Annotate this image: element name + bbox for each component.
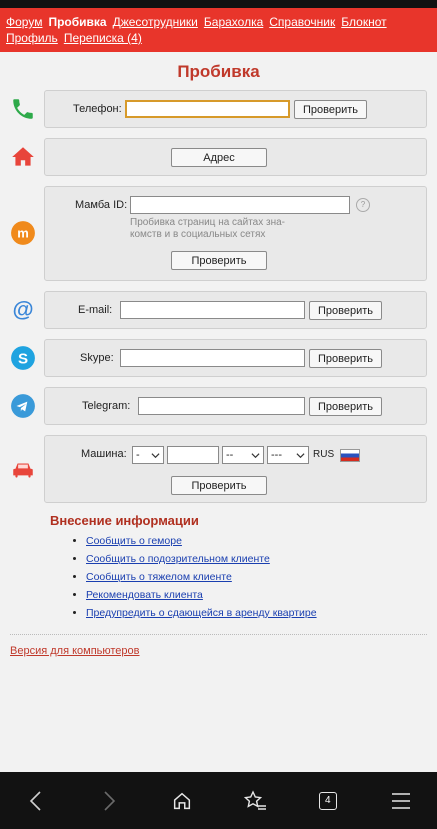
info-links-list: Сообщить о геморе Сообщить о подозритель… xyxy=(86,534,437,620)
address-box: Адрес xyxy=(44,138,427,176)
list-item: Сообщить о геморе xyxy=(86,534,437,548)
forward-button[interactable] xyxy=(89,786,129,816)
russia-flag-icon xyxy=(340,449,360,462)
nav-link-probivka[interactable]: Пробивка xyxy=(48,15,106,29)
phone-box: Телефон: Проверить xyxy=(44,90,427,128)
car-region-value: --- xyxy=(271,449,282,461)
chevron-down-icon xyxy=(151,452,160,458)
skype-section: S Skype: Проверить xyxy=(10,339,427,377)
skype-check-button[interactable]: Проверить xyxy=(309,349,383,368)
list-item: Рекомендовать клиента xyxy=(86,588,437,602)
help-icon[interactable]: ? xyxy=(356,198,370,212)
car-section: Машина: - -- --- RUS Проверить xyxy=(10,435,427,503)
nav-link-market[interactable]: Барахолка xyxy=(204,15,263,29)
car-box: Машина: - -- --- RUS Проверить xyxy=(44,435,427,503)
telegram-input[interactable] xyxy=(138,397,305,415)
car-letters-select[interactable]: -- xyxy=(222,446,264,464)
nav-link-directory[interactable]: Справочник xyxy=(269,15,335,29)
mamba-section: m Мамба ID: ? Пробивка страниц на сайтах… xyxy=(10,186,427,281)
phone-icon xyxy=(13,99,33,119)
car-number-input[interactable] xyxy=(167,446,219,464)
address-button[interactable]: Адрес xyxy=(171,148,267,167)
email-box: E-mail: Проверить xyxy=(44,291,427,329)
home-icon xyxy=(12,147,34,166)
car-letter-value: - xyxy=(136,449,140,461)
warn-rental-apartment-link[interactable]: Предупредить о сдающейся в аренду кварти… xyxy=(86,607,317,619)
skype-label: Skype: xyxy=(80,352,114,364)
email-section: @ E-mail: Проверить xyxy=(10,291,427,329)
list-item: Сообщить о тяжелом клиенте xyxy=(86,570,437,584)
report-gemor-link[interactable]: Сообщить о геморе xyxy=(86,535,182,547)
status-bar xyxy=(0,0,437,8)
car-letter-select[interactable]: - xyxy=(132,446,164,464)
at-sign-icon: @ xyxy=(12,297,33,322)
telegram-box: Telegram: Проверить xyxy=(44,387,427,425)
list-item: Сообщить о подозрительном клиенте xyxy=(86,552,437,566)
chevron-left-icon xyxy=(30,790,41,811)
svg-text:m: m xyxy=(17,225,29,240)
chevron-down-icon xyxy=(296,452,305,458)
mamba-label: Мамба ID: xyxy=(75,199,128,211)
mamba-hint-line-1: Пробивка страниц на сайтах зна- xyxy=(130,217,286,228)
address-section: Адрес xyxy=(10,138,427,176)
skype-icon: S xyxy=(11,346,35,370)
car-check-button[interactable]: Проверить xyxy=(171,476,267,495)
browser-bottom-bar: 4 xyxy=(0,772,437,829)
tabs-count-icon: 4 xyxy=(318,791,337,810)
nav-link-forum[interactable]: Форум xyxy=(6,15,42,29)
phone-section: Телефон: Проверить xyxy=(10,90,427,128)
divider xyxy=(10,634,427,635)
skype-input[interactable] xyxy=(120,349,305,367)
skype-box: Skype: Проверить xyxy=(44,339,427,377)
recommend-client-link[interactable]: Рекомендовать клиента xyxy=(86,589,203,601)
list-item: Предупредить о сдающейся в аренду кварти… xyxy=(86,606,437,620)
bookmarks-button[interactable] xyxy=(235,786,275,816)
svg-text:S: S xyxy=(18,350,28,367)
nav-link-profile[interactable]: Профиль xyxy=(6,31,58,45)
chevron-right-icon xyxy=(104,790,116,811)
email-label: E-mail: xyxy=(78,304,113,316)
info-section-title: Внесение информации xyxy=(50,513,199,528)
report-difficult-client-link[interactable]: Сообщить о тяжелом клиенте xyxy=(86,571,232,583)
top-nav-row-1: Форум Пробивка Джесотрудники Барахолка Справ… xyxy=(6,14,431,30)
email-check-button[interactable]: Проверить xyxy=(309,301,383,320)
nav-link-notebook[interactable]: Блокнот xyxy=(341,15,386,29)
mamba-box: Мамба ID: ? Пробивка страниц на сайтах з… xyxy=(44,186,427,281)
telegram-icon xyxy=(11,394,35,418)
svg-text:@: @ xyxy=(12,297,33,322)
hamburger-menu-icon xyxy=(391,792,410,809)
telegram-check-button[interactable]: Проверить xyxy=(309,397,383,416)
mamba-icon: m xyxy=(11,221,35,245)
car-region-select[interactable]: --- xyxy=(267,446,309,464)
home-outline-icon xyxy=(173,792,191,809)
top-nav-row-2: Профиль Переписка (4) xyxy=(6,30,431,46)
star-list-icon xyxy=(243,789,266,810)
back-button[interactable] xyxy=(16,786,56,816)
top-nav: Форум Пробивка Джесотрудники Барахолка Справ… xyxy=(0,8,437,52)
phone-input[interactable] xyxy=(125,100,290,118)
mamba-id-input[interactable] xyxy=(130,196,350,214)
tabs-button[interactable]: 4 xyxy=(308,786,348,816)
phone-check-button[interactable]: Проверить xyxy=(294,100,368,119)
phone-label: Телефон: xyxy=(73,103,122,115)
report-suspicious-client-link[interactable]: Сообщить о подозрительном клиенте xyxy=(86,553,270,565)
nav-link-coworkers[interactable]: Джесотрудники xyxy=(113,15,198,29)
car-icon xyxy=(13,463,33,478)
mamba-check-button[interactable]: Проверить xyxy=(171,251,267,270)
chevron-down-icon xyxy=(251,452,260,458)
desktop-version-link[interactable]: Версия для компьютеров xyxy=(10,645,140,657)
telegram-section: Telegram: Проверить xyxy=(10,387,427,425)
email-input[interactable] xyxy=(120,301,305,319)
mamba-hint: Пробивка страниц на сайтах зна- комств и… xyxy=(130,217,285,241)
menu-button[interactable] xyxy=(381,786,421,816)
nav-link-messages[interactable]: Переписка (4) xyxy=(64,31,142,45)
page-title: Пробивка xyxy=(177,62,260,81)
car-country-code: RUS xyxy=(313,449,335,460)
car-letters-value: -- xyxy=(226,449,234,461)
telegram-label: Telegram: xyxy=(82,400,131,412)
mamba-hint-line-2: комств и в социальных сетях xyxy=(130,229,266,240)
home-button[interactable] xyxy=(162,786,202,816)
car-label: Машина: xyxy=(81,448,127,460)
